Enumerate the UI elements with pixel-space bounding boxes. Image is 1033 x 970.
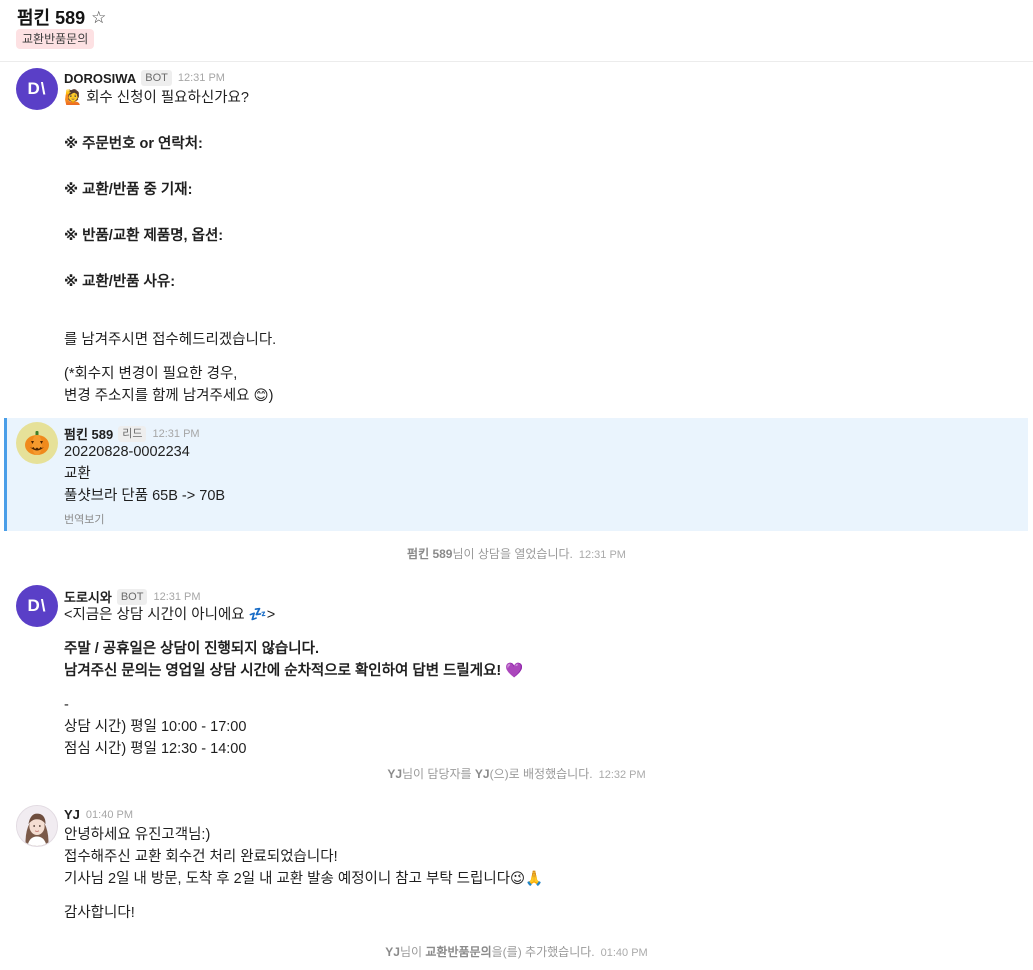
system-event: 펌킨 589님이 상담을 열었습니다. 12:31 PM (0, 545, 1033, 562)
message-header: YJ 01:40 PM (64, 807, 133, 822)
customer-avatar[interactable] (16, 422, 58, 464)
message-line: 변경 주소지를 함께 남겨주세요 😊) (64, 388, 274, 404)
bot-avatar[interactable]: D\ (16, 68, 58, 110)
agent-avatar[interactable] (16, 805, 58, 847)
message-line: ※ 교환/반품 중 기재: (64, 182, 193, 198)
message-line: <지금은 상담 시간이 아니에요 💤> (64, 607, 276, 623)
event-target: 교환반품문의 (425, 945, 492, 959)
avatar-initial: D\ (27, 79, 47, 98)
event-actor: YJ (387, 767, 402, 781)
message-line: 를 남겨주시면 접수헤드리겠습니다. (64, 332, 277, 348)
jack-o-lantern-icon (25, 431, 49, 455)
event-actor: YJ (385, 945, 400, 959)
bot-avatar[interactable]: D\ (16, 585, 58, 627)
chat-title: 펌킨 589 (17, 8, 86, 28)
sender-name[interactable]: DOROSIWA (64, 71, 136, 86)
event-time: 12:31 PM (578, 549, 626, 561)
message-line: 풀샷브라 단품 65B -> 70B (64, 488, 226, 504)
sender-name[interactable]: 펌킨 589 (64, 424, 113, 443)
message-line: 남겨주신 문의는 영업일 상담 시간에 순차적으로 확인하여 답변 드릴게요! … (64, 663, 524, 679)
user-portrait-icon (17, 806, 57, 846)
message-line: 🙋 회수 신청이 필요하신가요? (64, 90, 249, 106)
message-header: 펌킨 589 리드 12:31 PM (64, 424, 200, 443)
message-time: 12:31 PM (152, 427, 200, 440)
message-line: (*회수지 변경이 필요한 경우, (64, 366, 238, 382)
message-line: 안녕하세요 유진고객님:) (64, 827, 211, 843)
event-text: 님이 (399, 945, 426, 959)
bot-badge: BOT (116, 588, 148, 605)
bot-badge: BOT (141, 70, 172, 86)
message-header: 도로시와 BOT 12:31 PM (64, 587, 201, 606)
chat-header: 펌킨 589 ☆ 교환반품문의 (0, 0, 1033, 62)
message-line: 기사님 2일 내 방문, 도착 후 2일 내 교환 발송 예정이니 참고 부탁 … (64, 871, 544, 887)
sender-name[interactable]: 도로시와 (64, 587, 112, 606)
message-line: ※ 교환/반품 사유: (64, 274, 176, 290)
message-line: 주말 / 공휴일은 상담이 진행되지 않습니다. (64, 641, 319, 657)
translate-link[interactable]: 번역보기 (64, 511, 104, 527)
event-text: (으)로 배정했습니다. (489, 767, 593, 781)
message-time: 01:40 PM (85, 808, 133, 821)
sender-name[interactable]: YJ (64, 807, 80, 822)
event-actor: 펌킨 589 (407, 547, 453, 561)
message-line: 상담 시간) 평일 10:00 - 17:00 (64, 719, 247, 735)
tag-exchange-return[interactable]: 교환반품문의 (16, 29, 95, 49)
message-header: DOROSIWA BOT 12:31 PM (64, 70, 225, 86)
message-time: 12:31 PM (177, 72, 225, 84)
event-text: 을(를) 추가했습니다. (491, 945, 595, 959)
message-line: 20220828-0002234 (64, 444, 190, 460)
system-event: YJ님이 교환반품문의을(를) 추가했습니다. 01:40 PM (0, 943, 1033, 960)
message-line: 점심 시간) 평일 12:30 - 14:00 (64, 741, 247, 757)
event-target: YJ (474, 767, 490, 781)
event-time: 12:32 PM (598, 769, 646, 781)
header-title-row: 펌킨 589 ☆ (17, 4, 106, 30)
event-time: 01:40 PM (600, 947, 648, 959)
message-line: 감사합니다! (64, 905, 135, 921)
avatar-initial: D\ (27, 596, 47, 615)
message-line: ※ 주문번호 or 연락처: (64, 136, 203, 152)
star-icon[interactable]: ☆ (91, 9, 106, 26)
system-event: YJ님이 담당자를 YJ(으)로 배정했습니다. 12:32 PM (0, 765, 1033, 782)
message-line: 접수해주신 교환 회수건 처리 완료되었습니다! (64, 849, 338, 865)
lead-badge: 리드 (118, 425, 147, 442)
message-time: 12:31 PM (153, 590, 201, 603)
event-text: 님이 상담을 열었습니다. (452, 547, 573, 561)
message-line: ※ 반품/교환 제품명, 옵션: (64, 228, 224, 244)
event-text: 님이 담당자를 (402, 767, 475, 781)
message-line: 교환 (64, 466, 91, 482)
message-line: - (64, 697, 69, 713)
